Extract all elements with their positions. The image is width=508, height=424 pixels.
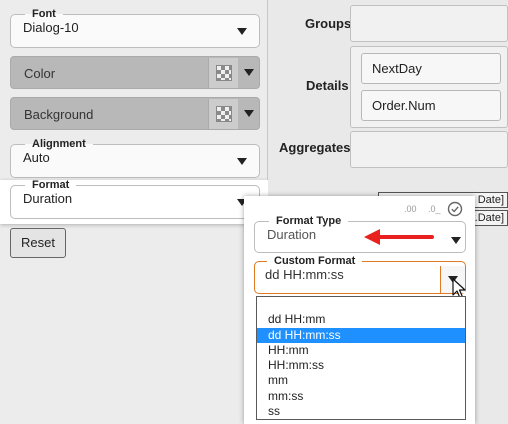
- custom-format-legend: Custom Format: [274, 255, 356, 267]
- custom-format-input[interactable]: dd HH:mm:ss: [265, 267, 455, 283]
- format-option[interactable]: HH:mm: [257, 343, 465, 358]
- groups-label: Groups: [305, 16, 352, 31]
- details-label: Details: [306, 78, 349, 93]
- decrease-decimal-button[interactable]: .0_: [428, 204, 441, 214]
- background-label: Background: [24, 107, 94, 122]
- format-type-legend: Format Type: [276, 215, 342, 227]
- format-field[interactable]: Format Duration: [10, 180, 260, 219]
- transparent-pattern-icon: [216, 106, 232, 122]
- format-legend: Format: [32, 179, 70, 191]
- color-swatch[interactable]: [208, 58, 238, 88]
- groups-dropzone[interactable]: [350, 5, 508, 42]
- format-option[interactable]: dd HH:mm: [257, 312, 465, 327]
- font-legend: Font: [32, 8, 56, 20]
- details-item-nextday[interactable]: NextDay: [361, 53, 501, 84]
- format-option[interactable]: HH:mm:ss: [257, 358, 465, 373]
- background-swatch[interactable]: [208, 99, 238, 129]
- increase-decimal-button[interactable]: .00: [404, 204, 417, 214]
- format-option[interactable]: mm:ss: [257, 389, 465, 404]
- table-body-text: r.Date]: [471, 212, 504, 224]
- custom-format-field[interactable]: Custom Format dd HH:mm:ss: [254, 256, 466, 294]
- format-type-field[interactable]: Format Type Duration: [254, 216, 466, 253]
- aggregates-label: Aggregates: [279, 140, 351, 155]
- format-option-blank[interactable]: [257, 297, 465, 312]
- apply-check-circle-icon[interactable]: [447, 201, 463, 217]
- reset-button[interactable]: Reset: [10, 228, 66, 258]
- alignment-value: Auto: [23, 150, 50, 165]
- font-value: Dialog-10: [23, 20, 79, 35]
- color-label: Color: [24, 66, 56, 81]
- format-value: Duration: [23, 191, 73, 206]
- custom-format-options-list[interactable]: dd HH:mm dd HH:mm:ss HH:mm HH:mm:ss mm m…: [256, 296, 466, 420]
- font-field[interactable]: Font Dialog-10: [10, 9, 260, 48]
- alignment-dropdown-arrow-icon[interactable]: [237, 158, 247, 165]
- details-item-order-num[interactable]: Order.Num: [361, 90, 501, 121]
- format-option[interactable]: mm: [257, 373, 465, 388]
- aggregates-dropzone[interactable]: [350, 131, 508, 168]
- format-option[interactable]: ss: [257, 404, 465, 419]
- color-dropdown-arrow-icon[interactable]: [244, 69, 254, 76]
- transparent-pattern-icon: [216, 65, 232, 81]
- alignment-legend: Alignment: [32, 138, 86, 150]
- format-option-selected[interactable]: dd HH:mm:ss: [257, 327, 465, 343]
- font-dropdown-arrow-icon[interactable]: [237, 28, 247, 35]
- color-field[interactable]: Color: [10, 56, 260, 89]
- format-type-dropdown-arrow-icon[interactable]: [451, 237, 461, 244]
- annotation-arrow-icon: [364, 229, 434, 245]
- background-dropdown-arrow-icon[interactable]: [244, 110, 254, 117]
- background-field[interactable]: Background: [10, 97, 260, 130]
- alignment-field[interactable]: Alignment Auto: [10, 139, 260, 178]
- table-header-text: Date]: [477, 194, 504, 206]
